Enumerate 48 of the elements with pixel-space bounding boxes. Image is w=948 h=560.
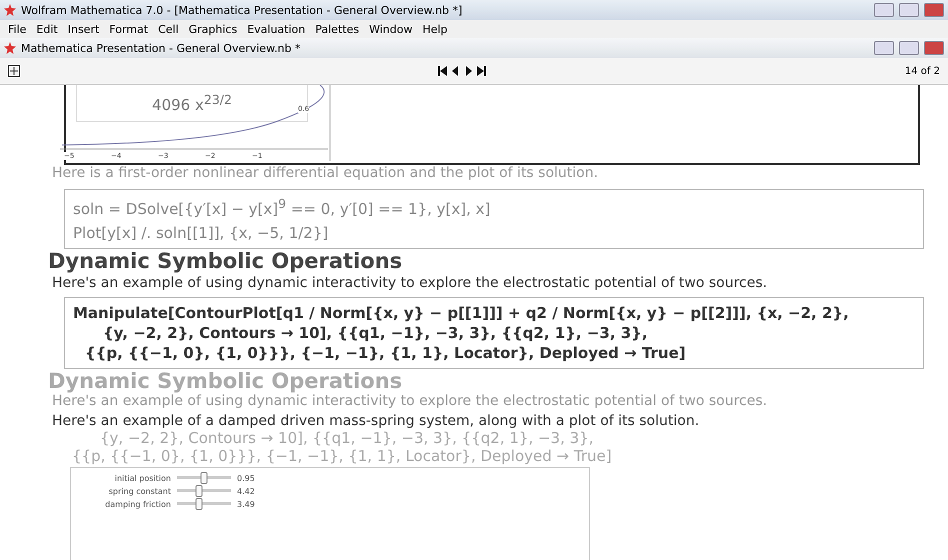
menu-item[interactable]: Evaluation bbox=[243, 22, 310, 36]
slider-label: spring constant bbox=[108, 486, 171, 496]
slider-thumb[interactable] bbox=[195, 498, 202, 510]
first-slide-icon[interactable] bbox=[438, 66, 448, 76]
menu-item[interactable]: Palettes bbox=[311, 22, 364, 36]
maximize-button[interactable] bbox=[899, 41, 919, 55]
slider-label: damping friction bbox=[104, 500, 171, 508]
code-line: {y, −2, 2}, Contours → 10], {{q1, −1}, −3, 3}, {{q2, 1}, −3, 3}, bbox=[99, 429, 594, 447]
page-counter: 14 of 2 bbox=[904, 66, 940, 76]
app-logo-icon bbox=[4, 4, 16, 16]
slider-thumb[interactable] bbox=[195, 485, 202, 497]
menu-item[interactable]: Edit bbox=[32, 22, 62, 36]
input-cell[interactable] bbox=[64, 297, 924, 369]
app-logo-icon bbox=[4, 42, 16, 54]
body-text: Here is a first-order nonlinear differential equation and the plot of its solution. bbox=[52, 165, 600, 181]
code-line: {{p, {{−1, 0}, {1, 0}}}, {−1, −1}, {1, 1}, Locator}, Deployed → True] bbox=[84, 344, 687, 362]
code-line: Plot[y[x] /. soln[[1]], {x, −5, 1/2}] bbox=[73, 224, 330, 242]
menu-item[interactable]: File bbox=[4, 22, 30, 36]
slider-value: 4.42 bbox=[237, 486, 255, 496]
section-heading: Dynamic Symbolic Operations bbox=[48, 249, 404, 273]
slider-value: 0.95 bbox=[237, 474, 255, 482]
code-line: {y, −2, 2}, Contours → 10], {{q1, −1}, −3, 3}, {{q2, 1}, −3, 3}, bbox=[102, 324, 649, 342]
menu-item[interactable]: Insert bbox=[64, 22, 104, 36]
input-cell[interactable]: soln = DSolve[{y′[x] − y[x]$^{9}$ == 0, y′[0] == 1}, y[x], x] Plot[y[x] /. soln[[1]], {x, −5, 1/2}] bbox=[64, 189, 924, 249]
maximize-button[interactable] bbox=[899, 3, 919, 17]
code-line: Manipulate[ContourPlot[q1 / Norm[{x, y} − p[[1]]] + q2 / Norm[{x, y} − p[[2]]], {x, −2, 2}, bbox=[73, 304, 850, 322]
minimize-button[interactable] bbox=[874, 3, 894, 17]
menu-item[interactable]: Cell bbox=[154, 22, 183, 36]
section-heading: Dynamic Symbolic Operations bbox=[48, 369, 404, 393]
body-text: Here's an example of using dynamic interactivity to explore the electrostatic potential of two sources. bbox=[52, 275, 768, 291]
window-title: Wolfram Mathematica 7.0 - [Mathematica Presentation - General Overview.nb *] bbox=[21, 4, 464, 16]
menu-item[interactable]: Format bbox=[105, 22, 152, 36]
menu-item[interactable]: Window bbox=[365, 22, 416, 36]
slider-value: 3.49 bbox=[237, 500, 255, 508]
last-slide-icon[interactable] bbox=[477, 66, 486, 76]
menu-item[interactable]: Help bbox=[418, 22, 452, 36]
code-line: {{p, {{−1, 0}, {1, 0}}}, {−1, −1}, {1, 1}, Locator}, Deployed → True] bbox=[71, 447, 613, 465]
document-title: Mathematica Presentation - General Overview.nb * bbox=[21, 42, 302, 54]
grid-toggle-icon[interactable] bbox=[8, 65, 20, 77]
previous-slide-icon[interactable] bbox=[451, 66, 460, 76]
minimize-button[interactable] bbox=[874, 41, 894, 55]
code-line: soln = DSolve[{y′[x] − y[x]$^{9}$ == 0, y′[0] == 1}, y[x], x] bbox=[73, 196, 492, 218]
slider-label: initial position bbox=[114, 474, 171, 482]
body-text: Here's an example of using dynamic interactivity to explore the electrostatic potential of two sources. bbox=[52, 393, 768, 409]
body-text: Here's an example of a damped driven mass-spring system, along with a plot of its solution. bbox=[52, 413, 700, 429]
menu-item[interactable]: Graphics bbox=[184, 22, 242, 36]
next-slide-icon[interactable] bbox=[464, 66, 474, 76]
slider-thumb[interactable] bbox=[200, 472, 208, 484]
